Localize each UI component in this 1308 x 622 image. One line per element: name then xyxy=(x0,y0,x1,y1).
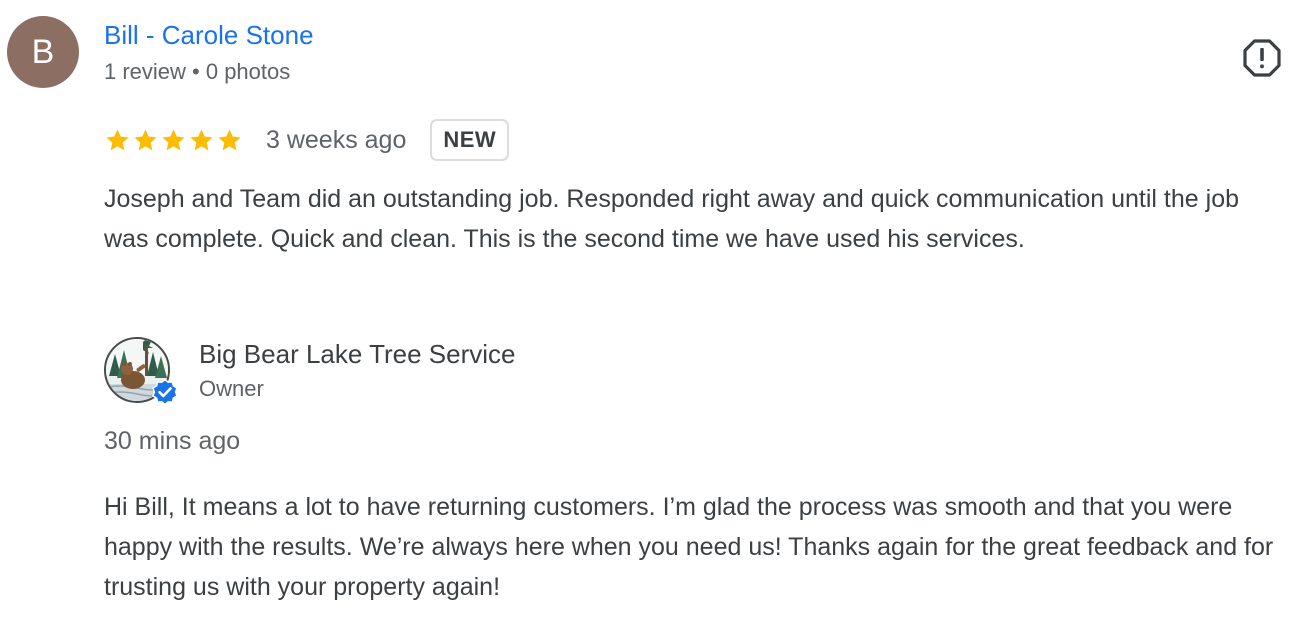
new-badge: NEW xyxy=(430,119,510,161)
star-icon xyxy=(106,128,129,150)
review-text: Joseph and Team did an outstanding job. … xyxy=(104,185,1239,253)
star-icon xyxy=(218,128,241,150)
owner-logo xyxy=(103,336,178,406)
rating-row: 3 weeks ago NEW xyxy=(104,116,510,164)
reviewer-meta: 1 review • 0 photos xyxy=(104,59,291,84)
review-time: 3 weeks ago xyxy=(266,125,407,154)
owner-role: Owner xyxy=(199,376,264,401)
star-icon xyxy=(134,128,157,150)
reviewer-name-link[interactable]: Bill - Carole Stone xyxy=(104,20,314,51)
reviewer-avatar[interactable]: B xyxy=(7,16,79,88)
report-review-button[interactable] xyxy=(1240,36,1284,80)
avatar-letter: B xyxy=(31,32,55,71)
report-flag-icon xyxy=(1243,39,1281,77)
verified-check-icon xyxy=(152,378,178,406)
owner-name: Big Bear Lake Tree Service xyxy=(199,339,516,369)
star-icon xyxy=(162,128,185,150)
response-text: Hi Bill, It means a lot to have returnin… xyxy=(104,493,1274,601)
star-rating xyxy=(104,127,243,154)
star-icon xyxy=(190,128,213,150)
response-time: 30 mins ago xyxy=(104,427,241,455)
